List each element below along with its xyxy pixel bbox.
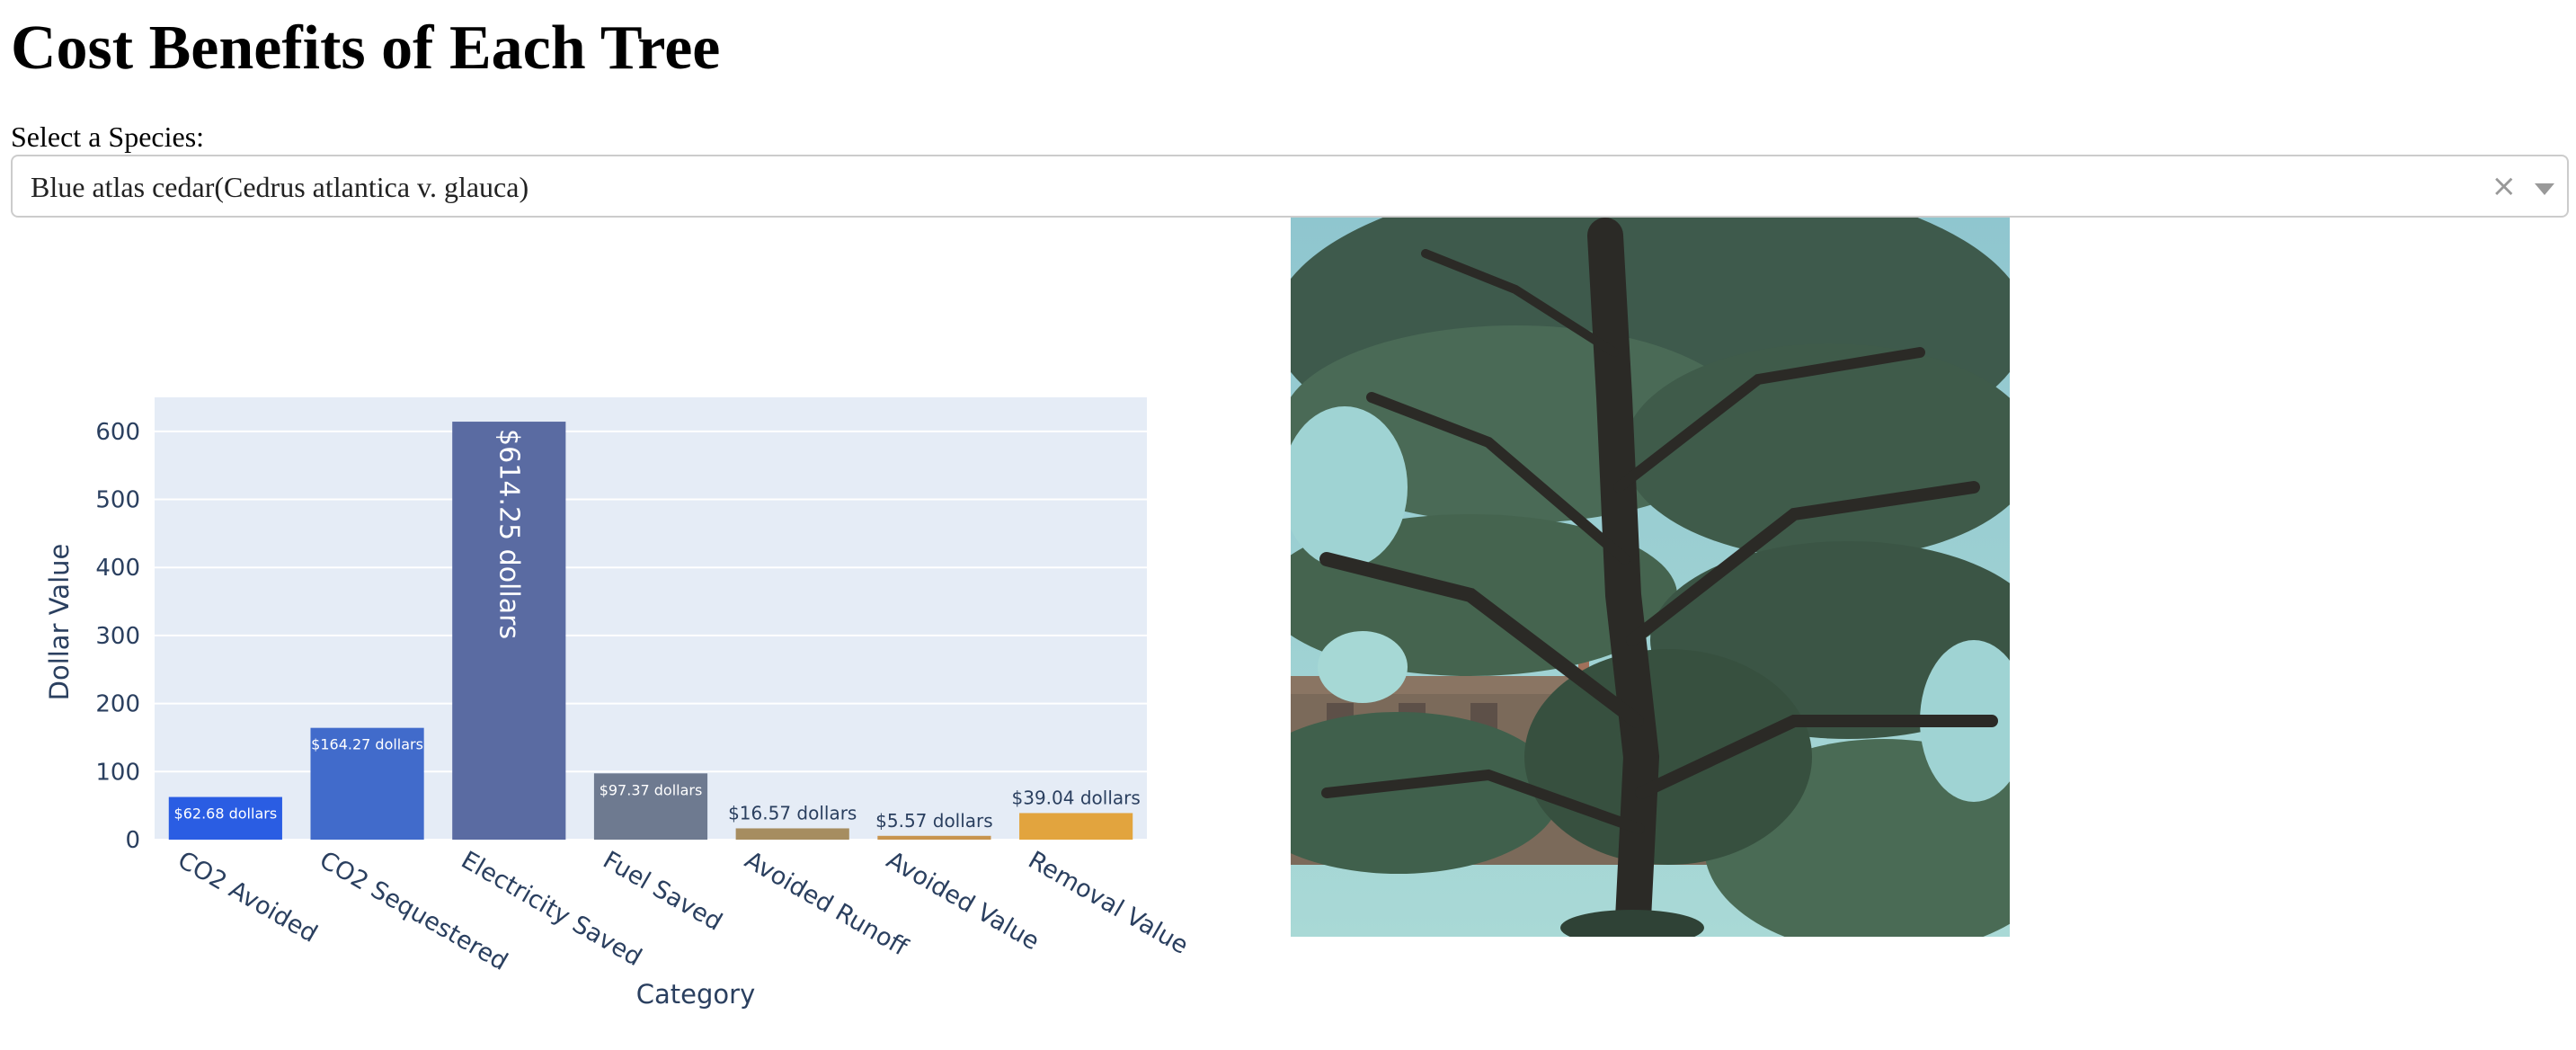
page-title: Cost Benefits of Each Tree — [11, 13, 721, 83]
y-tick-label: 100 — [95, 759, 140, 786]
species-select-label: Select a Species: — [11, 120, 205, 153]
bar-data-label: $39.04 dollars — [1012, 787, 1141, 808]
close-icon[interactable]: × — [2492, 167, 2518, 205]
x-tick-label: CO2 Avoided — [173, 846, 322, 948]
bar-removal-value — [1019, 813, 1133, 840]
x-axis-title: Category — [636, 979, 755, 1010]
y-tick-label: 200 — [95, 691, 140, 718]
x-tick-label: Fuel Saved — [599, 846, 727, 936]
bar-data-label: $614.25 dollars — [493, 429, 524, 639]
y-tick-label: 0 — [125, 827, 140, 854]
species-select[interactable]: Blue atlas cedar(Cedrus atlantica v. gla… — [11, 155, 2569, 218]
y-tick-label: 500 — [95, 487, 140, 514]
y-tick-label: 400 — [95, 555, 140, 582]
bar-data-label: $16.57 dollars — [728, 802, 857, 823]
cost-benefit-bar-chart: $62.68 dollars $164.27 dollars $614.25 dol… — [44, 397, 1193, 1010]
bar-data-label: $97.37 dollars — [600, 781, 703, 798]
tree-photo — [1291, 218, 2010, 937]
species-select-value: Blue atlas cedar(Cedrus atlantica v. gla… — [31, 171, 529, 203]
y-tick-label: 600 — [95, 419, 140, 446]
bar-data-label: $5.57 dollars — [875, 810, 993, 832]
bar-avoided-value — [877, 835, 991, 840]
x-tick-label: Removal Value — [1024, 846, 1193, 960]
plot-area — [155, 397, 1147, 840]
bar-data-label: $164.27 dollars — [311, 736, 423, 753]
chevron-down-icon[interactable] — [2535, 183, 2554, 195]
y-axis-title: Dollar Value — [44, 544, 75, 701]
bar-data-label: $62.68 dollars — [174, 805, 278, 823]
bar-avoided-runoff — [735, 828, 849, 840]
y-tick-label: 300 — [95, 623, 140, 650]
